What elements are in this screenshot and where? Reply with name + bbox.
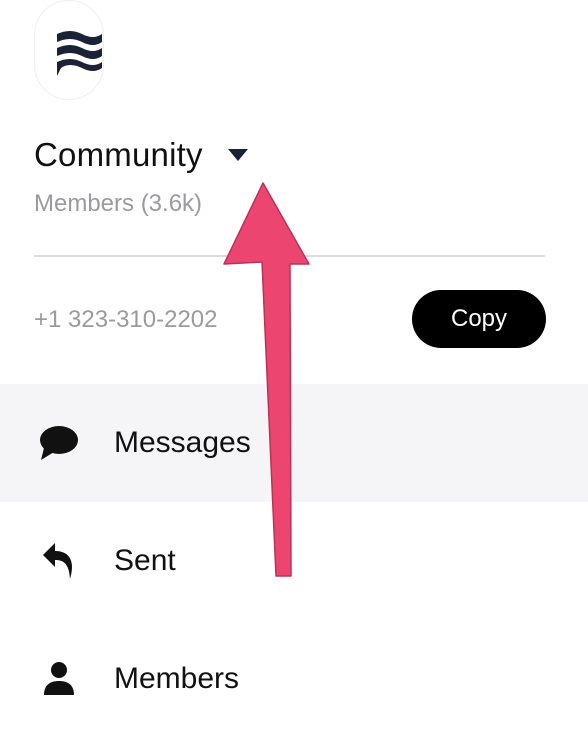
phone-number: +1 323-310-2202 <box>34 306 218 333</box>
community-dropdown-button[interactable] <box>225 142 251 168</box>
person-icon <box>38 658 80 700</box>
community-header: Community <box>34 136 251 174</box>
divider <box>34 255 545 257</box>
reply-arrow-icon <box>38 540 80 582</box>
menu-item-label: Sent <box>114 544 176 577</box>
menu-item-sent[interactable]: Sent <box>0 502 588 620</box>
copy-button[interactable]: Copy <box>412 290 546 348</box>
community-logo <box>34 0 104 104</box>
menu-item-label: Members <box>114 662 240 695</box>
menu-item-members[interactable]: Members <box>0 620 588 738</box>
flag-icon <box>57 31 102 76</box>
chat-bubble-icon <box>38 422 80 464</box>
community-title: Community <box>34 136 203 173</box>
members-count: Members (3.6k) <box>34 190 203 217</box>
caret-down-icon <box>227 149 248 161</box>
menu-item-label: Messages <box>114 426 251 459</box>
menu-item-messages[interactable]: Messages <box>0 384 588 502</box>
